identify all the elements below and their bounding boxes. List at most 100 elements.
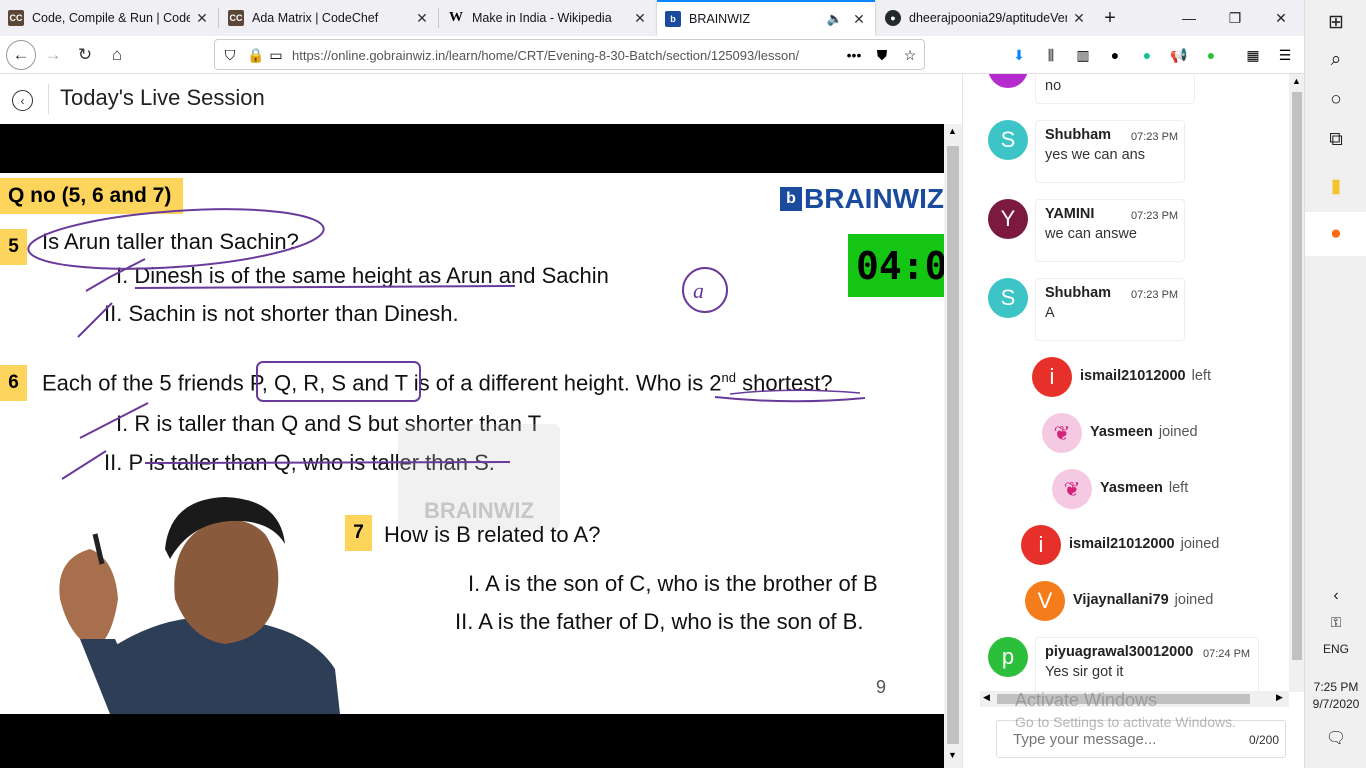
url-bar[interactable]: ⛉ 🔒 ▭ https://online.gobrainwiz.in/learn… [214, 39, 925, 70]
restore-button[interactable]: ❐ [1212, 0, 1258, 36]
presence-event: Yasmeen left [1100, 480, 1189, 496]
butterfly-avatar-icon: ❦ [1052, 469, 1092, 509]
page-header: ‹ Today's Live Session [0, 74, 962, 124]
github-icon: ● [885, 10, 901, 26]
statement-1: I. Dinesh is of the same height as Arun … [116, 263, 609, 288]
reload-button[interactable]: ↻ [70, 40, 100, 70]
back-button[interactable]: ← [6, 40, 36, 70]
notification-icon[interactable]: 🗨 [1305, 716, 1366, 760]
close-tab-icon[interactable]: ✕ [194, 10, 210, 27]
nav-bar: ← → ↻ ⌂ ⛉ 🔒 ▭ https://online.gobrainwiz.… [0, 36, 1304, 74]
close-tab-icon[interactable]: ✕ [1071, 10, 1087, 27]
svg-text:a: a [693, 278, 704, 303]
search-icon[interactable]: ⌕ [1305, 38, 1366, 82]
scroll-up-icon[interactable]: ▲ [1292, 76, 1301, 86]
bookmark-star-icon[interactable]: ☆ [899, 44, 921, 66]
statement-1: I. A is the son of C, who is the brother… [468, 571, 878, 596]
tab-label: BRAINWIZ [689, 12, 751, 26]
chat-message: piyuagrawal30012000 07:24 PM Yes sir got… [1035, 637, 1259, 697]
shield-icon[interactable]: ⛉ [219, 44, 241, 66]
question-tag: Q no (5, 6 and 7) [0, 178, 184, 214]
firefox-icon[interactable]: ● [1305, 212, 1366, 256]
tab-github[interactable]: ● dheerajpoonia29/aptitudeVerbal ✕ [877, 0, 1095, 36]
tab-codechef-run[interactable]: CC Code, Compile & Run | CodeChef ✕ [0, 0, 218, 36]
clock-date[interactable]: 9/7/2020 [1305, 697, 1366, 711]
home-button[interactable]: ⌂ [102, 40, 132, 70]
divider [48, 84, 49, 114]
language-indicator[interactable]: ENG [1305, 642, 1366, 656]
windows-taskbar: ⊞ ⌕ ○ ⧉ ▮ ● ‹ ⚿ ENG 7:25 PM 9/7/2020 🗨 [1304, 0, 1366, 768]
chat-message: Shubham 07:23 PM yes we can ans [1035, 120, 1185, 183]
close-tab-icon[interactable]: ✕ [851, 11, 867, 28]
countdown-timer: 04:00 [848, 234, 944, 297]
message-text: Yes sir got it [1045, 664, 1124, 680]
codechef-icon: CC [8, 10, 24, 26]
message-text: no [1045, 78, 1062, 94]
question-text: Is Arun taller than Sachin? [42, 229, 299, 254]
close-tab-icon[interactable]: ✕ [632, 10, 648, 27]
chat-message: Shubham 07:23 PM A [1035, 278, 1185, 341]
message-time: 07:23 PM [1131, 210, 1179, 222]
permissions-icon[interactable]: ▭ [265, 44, 287, 66]
scroll-thumb[interactable] [1292, 92, 1302, 660]
account-icon[interactable]: ● [1104, 44, 1126, 66]
sidebar-icon[interactable]: ▥ [1072, 44, 1094, 66]
extension-b-icon[interactable]: ● [1200, 44, 1222, 66]
message-input[interactable] [1013, 731, 1233, 748]
codechef-icon: CC [228, 10, 244, 26]
download-icon[interactable]: ⬇ [1008, 44, 1030, 66]
speaker-icon[interactable]: 🔈 [827, 11, 843, 27]
page-actions-icon[interactable]: ••• [843, 44, 865, 66]
wikipedia-icon: W [449, 10, 463, 25]
chat-message: no [1035, 74, 1195, 104]
page-scrollbar[interactable]: ▲ ▼ [944, 124, 962, 768]
scroll-up-icon[interactable]: ▲ [948, 126, 957, 136]
question-text: Each of the 5 friends P, Q, R, S and T i… [42, 370, 833, 396]
task-view-icon[interactable]: ⧉ [1305, 118, 1366, 162]
library-icon[interactable]: ⫼ [1040, 44, 1062, 66]
tab-ada-matrix[interactable]: CC Ada Matrix | CodeChef ✕ [220, 0, 438, 36]
chat-scrollbar[interactable]: ▲ [1289, 74, 1304, 692]
page-title: Today's Live Session [60, 85, 265, 110]
tab-wikipedia[interactable]: W Make in India - Wikipedia ✕ [440, 0, 656, 36]
new-tab-button[interactable]: + [1094, 0, 1126, 36]
brainwiz-logo: b BRAINWIZ [780, 183, 944, 215]
network-icon[interactable]: ⚿ [1305, 600, 1366, 644]
clock-time[interactable]: 7:25 PM [1305, 680, 1366, 694]
presence-event: Yasmeen joined [1090, 424, 1198, 440]
scroll-thumb[interactable] [947, 146, 959, 744]
tab-label: Code, Compile & Run | CodeChef [32, 11, 190, 25]
forward-button[interactable]: → [38, 40, 68, 70]
tab-bar: CC Code, Compile & Run | CodeChef ✕ CC A… [0, 0, 1304, 36]
back-circle-icon[interactable]: ‹ [12, 90, 33, 111]
cortana-icon[interactable]: ○ [1305, 78, 1366, 122]
message-text: A [1045, 305, 1055, 321]
video-player[interactable]: Q no (5, 6 and 7) bBRAINWIZ 04:00 5 Is A… [0, 124, 944, 768]
grammarly-icon[interactable]: ● [1136, 44, 1158, 66]
menu-icon[interactable]: ☰ [1274, 44, 1296, 66]
message-time: 07:23 PM [1131, 131, 1179, 143]
url-text[interactable]: https://online.gobrainwiz.in/learn/home/… [292, 48, 837, 63]
chat-panel: no S Shubham 07:23 PM yes we can ans Y Y… [962, 74, 1304, 768]
avatar: Y [988, 199, 1028, 239]
tab-brainwiz[interactable]: b BRAINWIZ 🔈 ✕ [657, 0, 875, 36]
close-tab-icon[interactable]: ✕ [414, 10, 430, 27]
minimize-button[interactable]: — [1166, 0, 1212, 36]
megaphone-icon[interactable]: 📢 [1168, 44, 1190, 66]
message-text: yes we can ans [1045, 147, 1145, 163]
close-window-button[interactable]: ✕ [1258, 0, 1304, 36]
extensions-icon[interactable]: ▦ [1242, 44, 1264, 66]
scroll-down-icon[interactable]: ▼ [948, 750, 957, 760]
pocket-icon[interactable]: ⛊ [871, 44, 893, 66]
brainwiz-icon: b [665, 11, 681, 27]
avatar: S [988, 278, 1028, 318]
scroll-left-icon[interactable]: ◀ [983, 692, 990, 703]
butterfly-avatar-icon: ❦ [1042, 413, 1082, 453]
presenter-video [59, 497, 340, 714]
char-counter: 0/200 [1248, 733, 1279, 747]
avatar: i [1021, 525, 1061, 565]
tab-label: Ada Matrix | CodeChef [252, 11, 379, 25]
file-explorer-icon[interactable]: ▮ [1305, 164, 1366, 208]
scroll-right-icon[interactable]: ▶ [1276, 692, 1283, 703]
presence-event: ismail21012000 joined [1069, 536, 1220, 552]
